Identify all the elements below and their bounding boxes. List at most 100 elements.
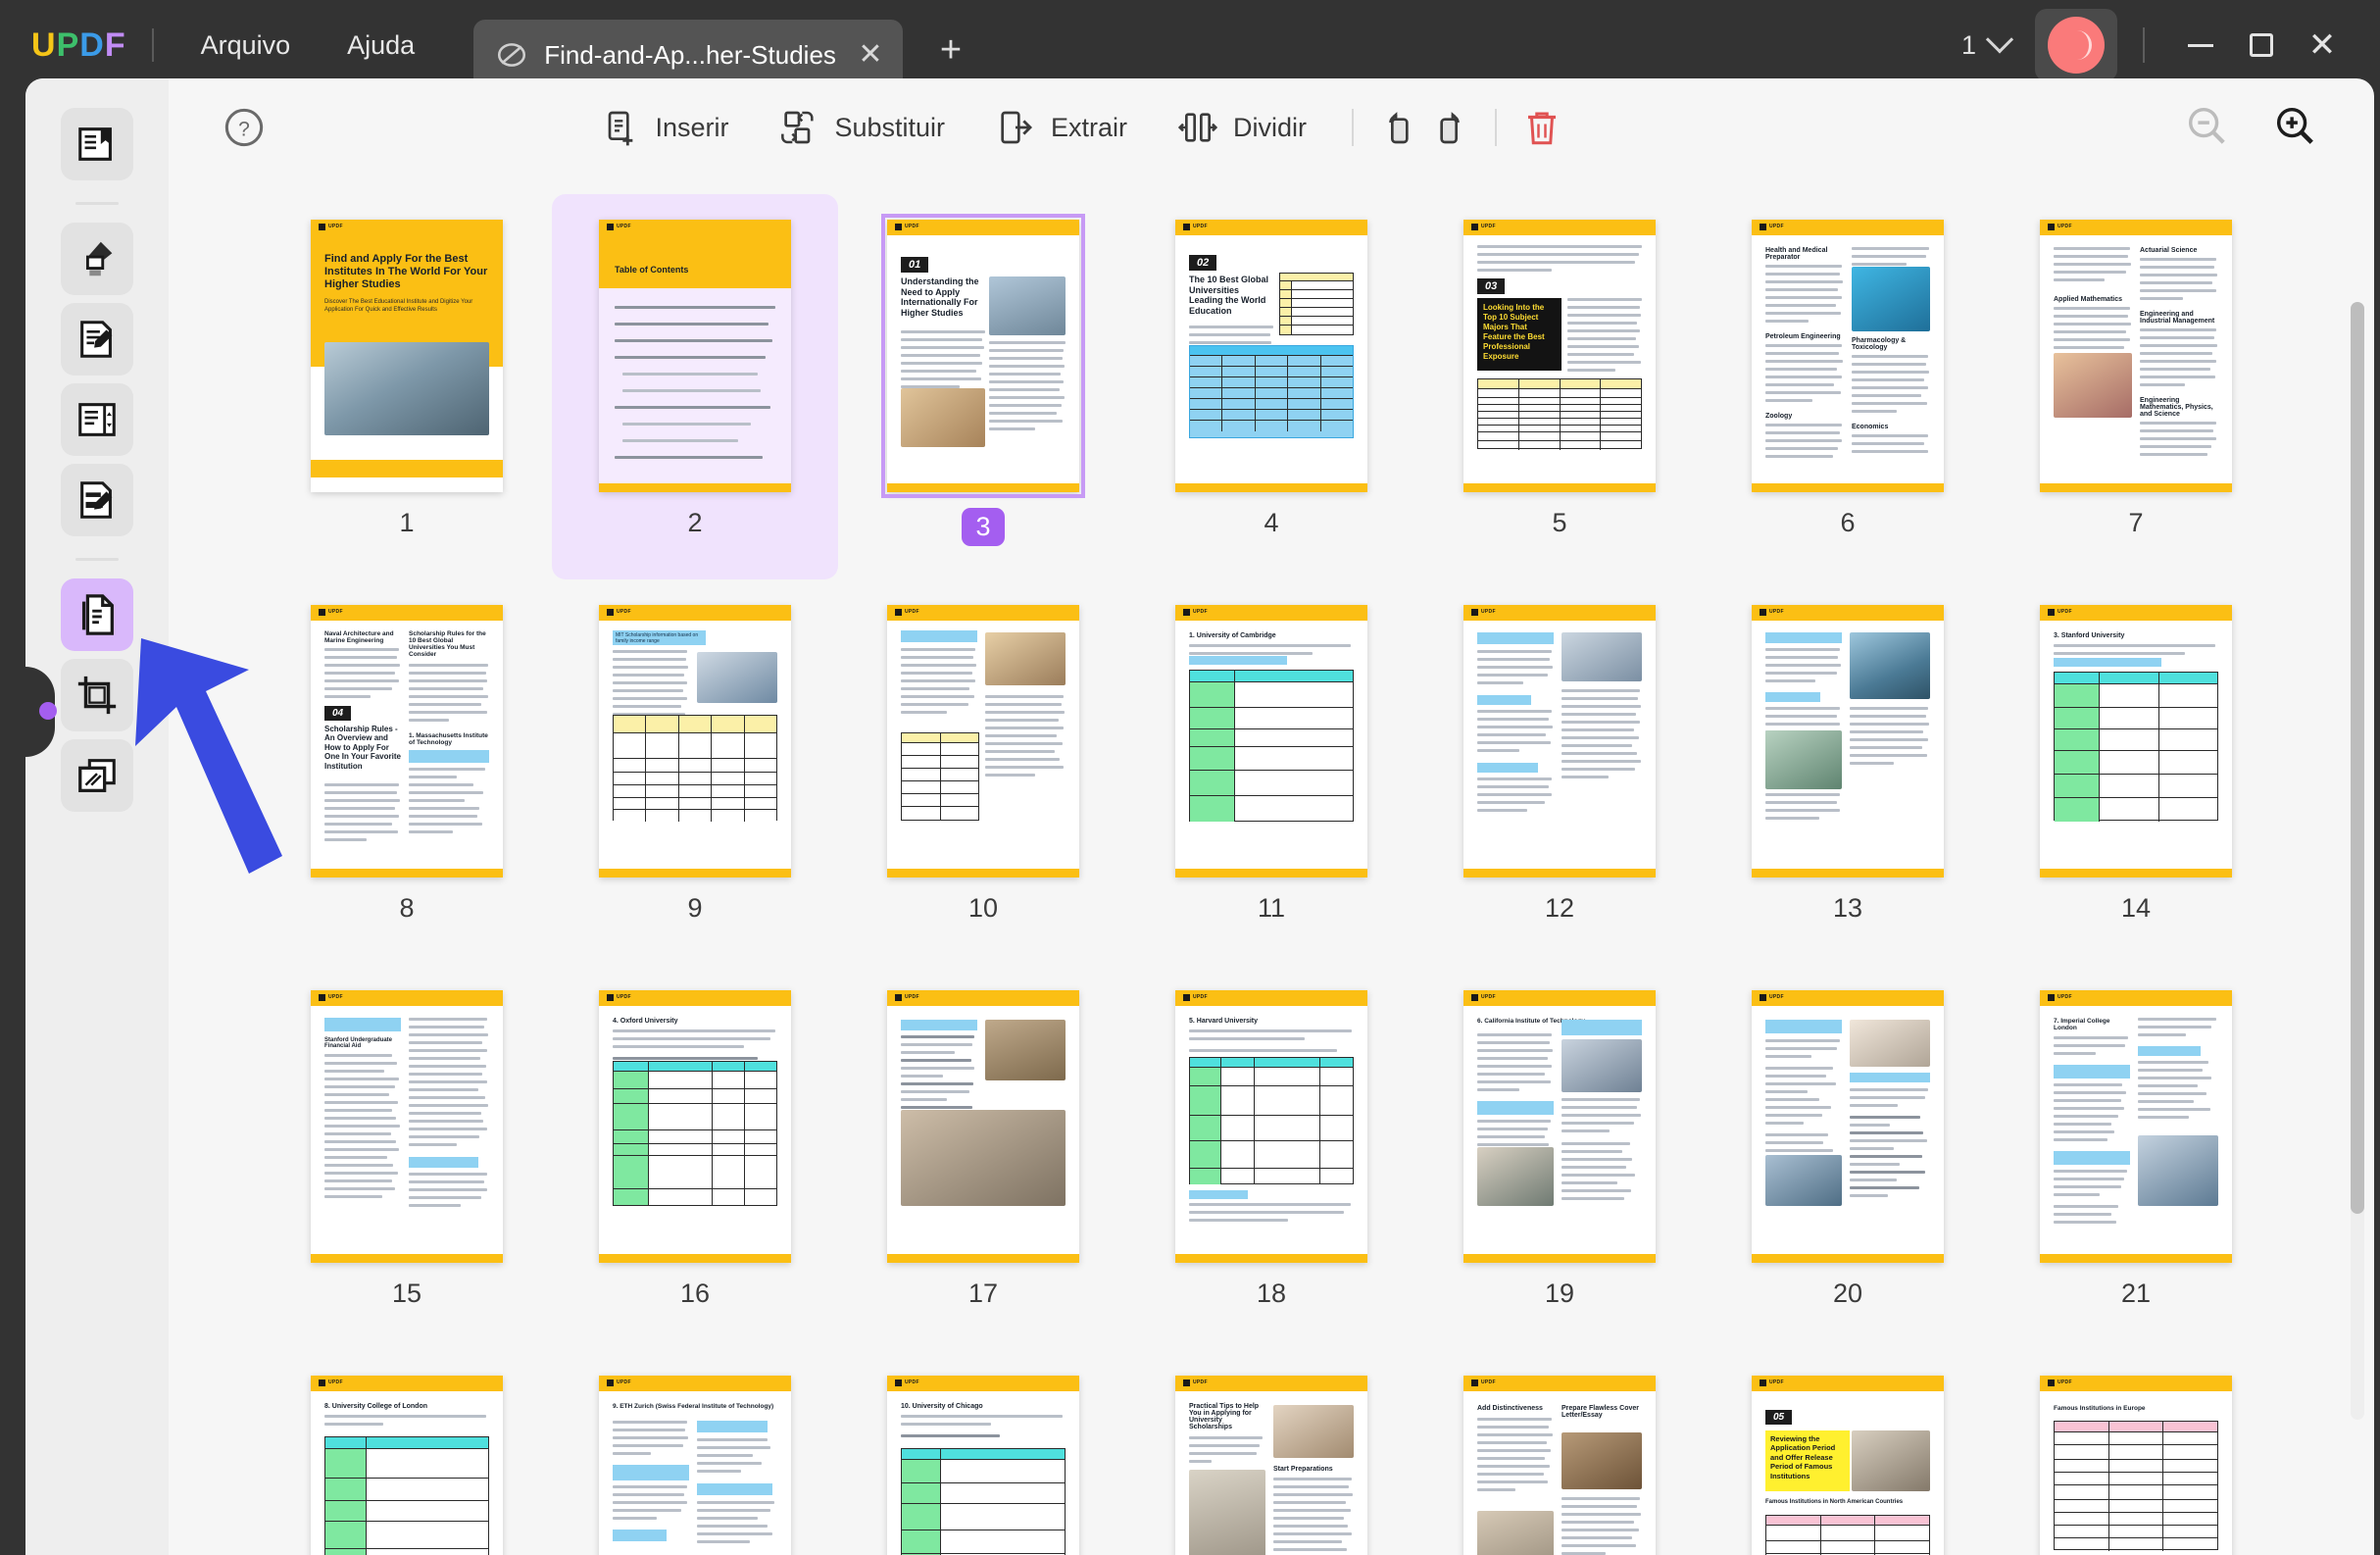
- close-window-button[interactable]: ✕: [2292, 15, 2353, 75]
- page-cell[interactable]: UPDF 9. ETH Zurich (Swiss Federal Instit…: [552, 1350, 838, 1555]
- rotate-right-button[interactable]: [1424, 102, 1475, 153]
- delete-pages-button[interactable]: [1516, 102, 1567, 153]
- rotate-left-button[interactable]: [1373, 102, 1424, 153]
- page-cell[interactable]: UPDF: [840, 579, 1126, 965]
- page-table: [1477, 378, 1642, 449]
- page-thumbnail[interactable]: UPDF Table of Contents: [599, 220, 791, 492]
- book-bookmark-icon: [74, 122, 120, 167]
- page-thumbnail[interactable]: UPDF 5. Harvard University: [1175, 990, 1367, 1263]
- page-thumbnail[interactable]: UPDF Practical Tips to Help You in Apply…: [1175, 1376, 1367, 1555]
- page-cell[interactable]: UPDF Practical Tips to Help You in Apply…: [1128, 1350, 1414, 1555]
- extract-pages-label: Extrair: [1051, 113, 1127, 143]
- sidebar-item-edit-pdf[interactable]: [61, 303, 133, 376]
- sidebar-item-form-fields[interactable]: [61, 383, 133, 456]
- page-cell[interactable]: UPDF Famous Institutions in Europe: [1993, 1350, 2279, 1555]
- new-tab-button[interactable]: +: [928, 27, 973, 73]
- page-thumbnail[interactable]: UPDF 10. University of Chicago: [887, 1376, 1079, 1555]
- page-cell[interactable]: UPDF 4. Oxford University: [552, 965, 838, 1350]
- page-thumbnail[interactable]: UPDF: [1752, 605, 1944, 878]
- page-cell[interactable]: UPDF Stanford Undergraduate Financial Ai…: [264, 965, 550, 1350]
- toolbar-zoom-controls: [2184, 103, 2374, 153]
- sidebar-item-reader-view[interactable]: [61, 108, 133, 180]
- page-thumbnail[interactable]: UPDF 03 Looking Into the Top 10 Subject …: [1463, 220, 1656, 492]
- page-cell[interactable]: UPDF 8. University College of London: [264, 1350, 550, 1555]
- page-thumbnail[interactable]: UPDF 8. University College of London: [311, 1376, 503, 1555]
- scrollbar-thumb[interactable]: [2351, 302, 2364, 1214]
- page-cell[interactable]: UPDF 03 Looking Into the Top 10 Subject …: [1416, 194, 1703, 579]
- page-thumbnail[interactable]: UPDF 9. ETH Zurich (Swiss Federal Instit…: [599, 1376, 791, 1555]
- page-thumbnail[interactable]: UPDF 05 Reviewing the Application Period…: [1752, 1376, 1944, 1555]
- sidebar-item-crop-pages[interactable]: [61, 659, 133, 731]
- page-cell[interactable]: UPDF: [1416, 579, 1703, 965]
- maximize-button[interactable]: [2231, 15, 2292, 75]
- page-cell[interactable]: UPDF Health and Medical Preparator Petro…: [1705, 194, 1991, 579]
- page-thumbnail[interactable]: UPDF MIT Scholarship information based o…: [599, 605, 791, 878]
- page-cell[interactable]: UPDF: [1705, 965, 1991, 1350]
- page-thumbnail[interactable]: UPDF: [1752, 990, 1944, 1263]
- page-cell[interactable]: UPDF Naval Architecture and Marine Engin…: [264, 579, 550, 965]
- help-button[interactable]: ?: [222, 105, 267, 150]
- menu-ajuda[interactable]: Ajuda: [325, 21, 436, 71]
- page-cell[interactable]: UPDF 01 Understanding the Need to Apply …: [840, 194, 1126, 579]
- zoom-in-button[interactable]: [2272, 103, 2317, 153]
- insert-pages-label: Inserir: [655, 113, 728, 143]
- page-thumbnail[interactable]: UPDF Find and Apply For the Best Institu…: [311, 220, 503, 492]
- sidebar-item-annotate[interactable]: [61, 223, 133, 295]
- insert-pages-button[interactable]: Inserir: [574, 96, 754, 159]
- page-cell[interactable]: UPDF: [1705, 579, 1991, 965]
- page-photo: [1273, 1405, 1354, 1458]
- page-thumbnail[interactable]: UPDF 01 Understanding the Need to Apply …: [887, 220, 1079, 492]
- page-thumbnail[interactable]: UPDF 7. Imperial College London: [2040, 990, 2232, 1263]
- page-thumbnail[interactable]: UPDF 4. Oxford University: [599, 990, 791, 1263]
- page-thumbnail[interactable]: UPDF: [887, 990, 1079, 1263]
- replace-pages-button[interactable]: Substituir: [754, 96, 970, 159]
- page-cell[interactable]: UPDF Find and Apply For the Best Institu…: [264, 194, 550, 579]
- page-cell[interactable]: UPDF 17: [840, 965, 1126, 1350]
- page-thumbnail[interactable]: UPDF Famous Institutions in Europe: [2040, 1376, 2232, 1555]
- page-thumbnail[interactable]: UPDF Applied Mathematics Actuarial Scien…: [2040, 220, 2232, 492]
- page-cell[interactable]: UPDF MIT Scholarship information based o…: [552, 579, 838, 965]
- page-cell[interactable]: UPDF 6. California Institute of Technolo…: [1416, 965, 1703, 1350]
- sidebar-item-sign-document[interactable]: [61, 464, 133, 536]
- page-thumbnail[interactable]: UPDF: [887, 605, 1079, 878]
- page-thumbnail[interactable]: UPDF Add Distinctiveness Prepare Flawles…: [1463, 1376, 1656, 1555]
- page-thumbnail[interactable]: UPDF 6. California Institute of Technolo…: [1463, 990, 1656, 1263]
- sidebar-item-batch-process[interactable]: [61, 739, 133, 812]
- page-photo: [2054, 353, 2132, 418]
- page-cell[interactable]: UPDF 02 The 10 Best Global Universities …: [1128, 194, 1414, 579]
- document-pen-icon: [74, 317, 120, 362]
- page-cell[interactable]: UPDF 5. Harvard University: [1128, 965, 1414, 1350]
- page-footer-band: [2040, 869, 2232, 878]
- chapter-number: 05: [1765, 1410, 1792, 1425]
- page-thumbnail[interactable]: UPDF Naval Architecture and Marine Engin…: [311, 605, 503, 878]
- page-brand-logo: UPDF: [895, 609, 920, 618]
- page-cell[interactable]: UPDF Applied Mathematics Actuarial Scien…: [1993, 194, 2279, 579]
- zoom-out-button[interactable]: [2184, 103, 2229, 153]
- page-thumbnail[interactable]: UPDF 02 The 10 Best Global Universities …: [1175, 220, 1367, 492]
- vertical-scrollbar[interactable]: [2351, 302, 2364, 1420]
- tab-close-button[interactable]: ✕: [854, 38, 887, 72]
- page-footer-band: [2040, 1254, 2232, 1263]
- extract-pages-button[interactable]: Extrair: [970, 96, 1153, 159]
- page-thumbnail-area[interactable]: UPDF Find and Apply For the Best Institu…: [169, 176, 2374, 1555]
- sidebar-item-organize-pages[interactable]: [61, 578, 133, 651]
- window-count-dropdown[interactable]: 1: [1961, 30, 2009, 61]
- page-thumbnail[interactable]: UPDF Health and Medical Preparator Petro…: [1752, 220, 1944, 492]
- page-cell[interactable]: UPDF 10. University of Chicago: [840, 1350, 1126, 1555]
- page-thumbnail[interactable]: UPDF Stanford Undergraduate Financial Ai…: [311, 990, 503, 1263]
- split-pages-button[interactable]: Dividir: [1153, 96, 1332, 159]
- page-cell[interactable]: UPDF Add Distinctiveness Prepare Flawles…: [1416, 1350, 1703, 1555]
- menu-arquivo[interactable]: Arquivo: [179, 21, 313, 71]
- page-number: 2: [687, 508, 702, 538]
- page-cell[interactable]: UPDF Table of Contents: [552, 194, 838, 579]
- page-thumbnail[interactable]: UPDF 1. University of Cambridge: [1175, 605, 1367, 878]
- page-cell[interactable]: UPDF 05 Reviewing the Application Period…: [1705, 1350, 1991, 1555]
- account-button[interactable]: [2035, 9, 2117, 81]
- page-cell[interactable]: UPDF 1. University of Cambridge: [1128, 579, 1414, 965]
- minimize-button[interactable]: [2170, 15, 2231, 75]
- page-cell[interactable]: UPDF 7. Imperial College London: [1993, 965, 2279, 1350]
- page-cell[interactable]: UPDF 3. Stanford University: [1993, 579, 2279, 965]
- page-thumbnail[interactable]: UPDF 3. Stanford University: [2040, 605, 2232, 878]
- page-brand-logo: UPDF: [607, 609, 632, 618]
- page-thumbnail[interactable]: UPDF: [1463, 605, 1656, 878]
